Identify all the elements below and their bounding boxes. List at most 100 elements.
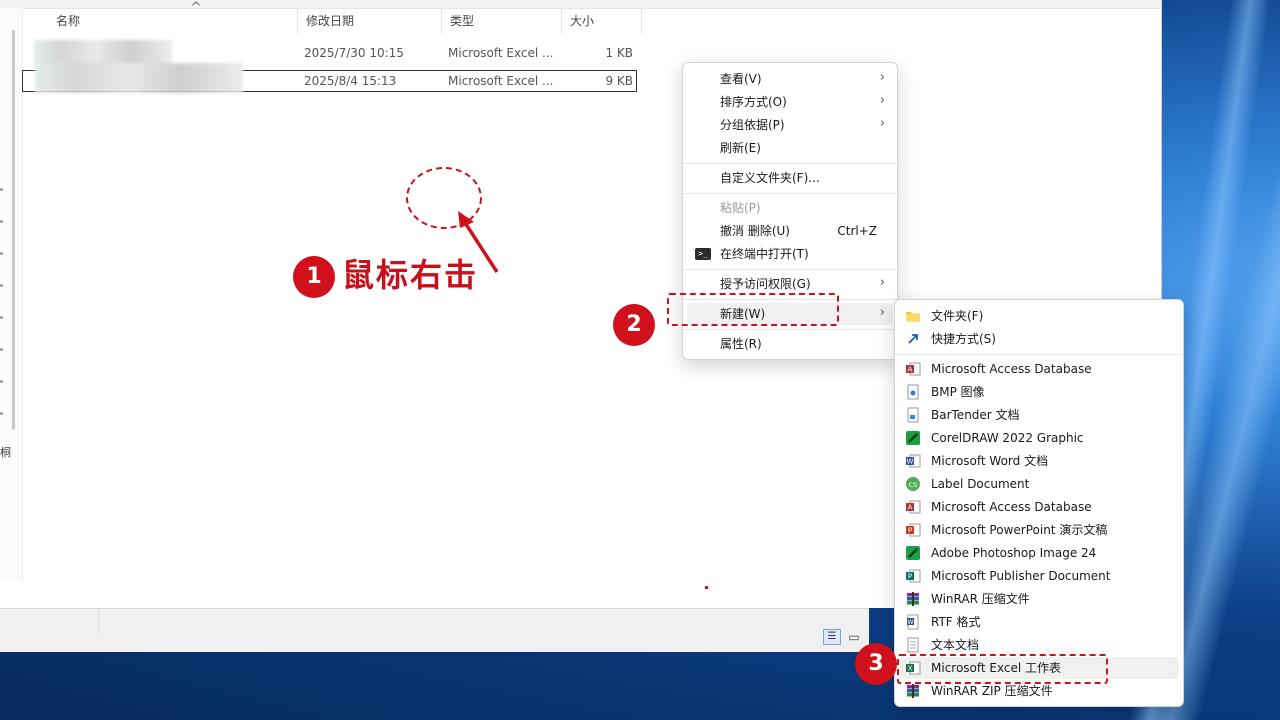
nav-item-marker	[0, 284, 3, 287]
new-item-access-db[interactable]: A Microsoft Access Database	[899, 358, 1179, 380]
menu-item-refresh[interactable]: 刷新(E)	[687, 137, 893, 159]
new-item-rtf[interactable]: W RTF 格式	[899, 611, 1179, 633]
submenu-item-label: CorelDRAW 2022 Graphic	[931, 431, 1084, 445]
step-badge-2: 2	[613, 304, 655, 346]
menu-item-undo-delete[interactable]: 撤消 删除(U) Ctrl+Z	[687, 220, 893, 242]
large-icons-view-icon[interactable]: ▭	[845, 629, 863, 645]
annotation-text-right-click: 鼠标右击	[342, 256, 479, 294]
nav-item-marker	[0, 348, 3, 351]
svg-text:CS: CS	[909, 481, 918, 489]
new-item-word[interactable]: W Microsoft Word 文档	[899, 450, 1179, 472]
publisher-icon: P	[906, 569, 921, 583]
svg-text:W: W	[907, 458, 914, 466]
new-item-access-db-2[interactable]: A Microsoft Access Database	[899, 496, 1179, 518]
submenu-item-label: Microsoft Access Database	[931, 362, 1092, 376]
new-item-text-document[interactable]: 文本文档	[899, 634, 1179, 656]
new-item-coreldraw[interactable]: CorelDRAW 2022 Graphic	[899, 427, 1179, 449]
column-header-type[interactable]: 类型	[442, 8, 562, 34]
file-size: 1 KB	[605, 46, 633, 60]
step-badge-3: 3	[855, 643, 897, 685]
details-view-icon[interactable]: ☰	[823, 629, 841, 645]
file-date: 2025/8/4 15:13	[304, 74, 397, 88]
folder-icon	[906, 312, 920, 322]
menu-item-view[interactable]: 查看(V) ›	[687, 68, 893, 90]
file-date: 2025/7/30 10:15	[304, 46, 404, 60]
chevron-right-icon: ›	[879, 93, 885, 108]
submenu-item-label: Adobe Photoshop Image 24	[931, 546, 1097, 560]
new-item-label-document[interactable]: CS Label Document	[899, 473, 1179, 495]
submenu-item-label: 文件夹(F)	[931, 309, 984, 323]
coreldraw-icon	[906, 431, 920, 445]
menu-item-paste: 粘贴(P)	[687, 197, 893, 219]
menu-item-label: 撤消 删除(U)	[720, 224, 790, 238]
winrar-zip-icon	[907, 684, 919, 698]
submenu-item-label: RTF 格式	[931, 615, 981, 629]
label-icon: CS	[906, 477, 920, 491]
bmp-icon	[907, 384, 919, 400]
bartender-icon	[907, 407, 919, 423]
menu-item-label: 授予访问权限(G)	[720, 277, 811, 291]
rtf-icon: W	[907, 614, 919, 630]
menu-item-properties[interactable]: 属性(R)	[687, 333, 893, 355]
chevron-right-icon: ›	[879, 116, 885, 131]
column-header-name[interactable]: 名称	[48, 8, 298, 34]
powerpoint-icon: P	[906, 523, 921, 537]
svg-text:A: A	[908, 504, 913, 512]
file-row-selected[interactable]: 2025/8/4 15:13 Microsoft Excel ... 9 KB	[22, 63, 637, 93]
new-item-shortcut[interactable]: 快捷方式(S)	[899, 328, 1179, 350]
menu-separator	[683, 329, 897, 330]
menu-separator	[683, 269, 897, 270]
new-item-folder[interactable]: 文件夹(F)	[899, 305, 1179, 327]
submenu-item-label: BMP 图像	[931, 385, 985, 399]
new-submenu: 文件夹(F) 快捷方式(S) A Microsoft Access Databa…	[894, 299, 1184, 707]
new-item-bartender[interactable]: BarTender 文档	[899, 404, 1179, 426]
file-size: 9 KB	[605, 74, 633, 88]
file-row[interactable]: 2025/7/30 10:15 Microsoft Excel ... 1 KB	[22, 40, 637, 66]
menu-separator	[683, 193, 897, 194]
photoshop-icon	[906, 546, 920, 560]
nav-scrollbar[interactable]	[12, 30, 15, 430]
new-item-photoshop[interactable]: Adobe Photoshop Image 24	[899, 542, 1179, 564]
new-item-winrar[interactable]: WinRAR 压缩文件	[899, 588, 1179, 610]
menu-item-customize-folder[interactable]: 自定义文件夹(F)...	[687, 167, 893, 189]
navigation-pane[interactable]: 桐	[0, 8, 23, 581]
sort-ascending-icon: ^	[190, 0, 202, 16]
submenu-item-label: WinRAR 压缩文件	[931, 592, 1030, 606]
new-item-bmp[interactable]: BMP 图像	[899, 381, 1179, 403]
menu-item-label: 刷新(E)	[720, 141, 761, 155]
column-header-bar: 名称 ^ 修改日期 类型 大小	[22, 0, 642, 34]
menu-item-label: 分组依据(P)	[720, 118, 785, 132]
menu-item-label: 查看(V)	[720, 72, 762, 86]
shortcut-label: Ctrl+Z	[837, 224, 877, 238]
column-header-modified[interactable]: 修改日期	[298, 8, 442, 34]
svg-text:P: P	[908, 527, 912, 535]
cursor-dot	[705, 586, 708, 589]
text-icon	[907, 637, 919, 653]
column-header-size[interactable]: 大小	[562, 8, 642, 34]
shortcut-icon	[908, 334, 918, 344]
menu-item-label: 排序方式(O)	[720, 95, 787, 109]
new-item-publisher[interactable]: P Microsoft Publisher Document	[899, 565, 1179, 587]
nav-item-marker	[0, 380, 3, 383]
step-badge-1: 1	[293, 256, 335, 298]
menu-item-sort[interactable]: 排序方式(O) ›	[687, 91, 893, 113]
access-icon: A	[906, 500, 921, 514]
word-icon: W	[906, 454, 921, 468]
status-divider	[98, 609, 99, 635]
menu-separator	[895, 354, 1183, 355]
menu-item-open-terminal[interactable]: >_ 在终端中打开(T)	[687, 243, 893, 265]
menu-item-group[interactable]: 分组依据(P) ›	[687, 114, 893, 136]
status-bar	[0, 608, 869, 652]
chevron-right-icon: ›	[879, 305, 885, 320]
svg-text:A: A	[908, 366, 913, 374]
submenu-item-label: Microsoft Word 文档	[931, 454, 1049, 468]
menu-item-grant-access[interactable]: 授予访问权限(G) ›	[687, 273, 893, 295]
file-type: Microsoft Excel ...	[448, 74, 554, 88]
chevron-right-icon: ›	[879, 275, 885, 290]
menu-item-label: 自定义文件夹(F)...	[720, 171, 820, 185]
new-item-powerpoint[interactable]: P Microsoft PowerPoint 演示文稿	[899, 519, 1179, 541]
highlight-box-excel	[897, 654, 1108, 684]
menu-separator	[683, 163, 897, 164]
blurred-file-name	[35, 63, 243, 93]
svg-text:W: W	[908, 619, 914, 626]
